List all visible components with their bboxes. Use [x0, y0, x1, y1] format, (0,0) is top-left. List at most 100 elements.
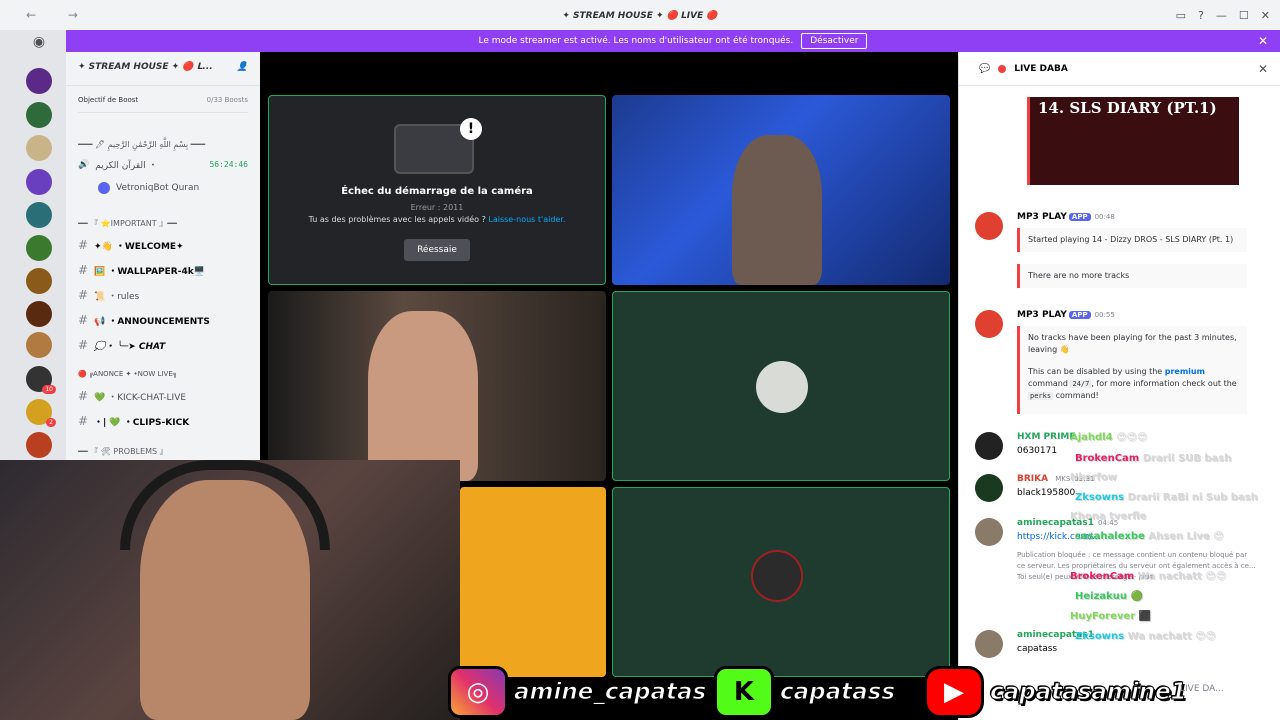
live-dot-icon — [998, 64, 1007, 73]
server-icon[interactable] — [26, 102, 52, 128]
camera-error-icon: ! — [394, 118, 482, 174]
close-panel-icon[interactable]: ✕ — [1258, 62, 1268, 76]
server-icon[interactable]: 2 — [26, 399, 56, 427]
disable-streamer-mode-button[interactable]: Désactiver — [801, 33, 868, 49]
help-icon[interactable]: ? — [1198, 9, 1204, 22]
chat-bubble-icon: 💬 — [979, 63, 991, 74]
instagram-icon: ◎ — [448, 666, 508, 718]
close-banner-icon[interactable]: ✕ — [1258, 34, 1268, 48]
guild-header[interactable]: ✦ STREAM HOUSE ✦ 🔴 𝗟... 👤 — [66, 52, 260, 86]
camera-error-tile: ! Échec du démarrage de la caméra Erreur… — [268, 95, 606, 285]
instagram-handle: ◎ amine_capatas — [448, 664, 707, 720]
server-icon[interactable] — [26, 235, 52, 261]
channel-label: 🔴 ╔ANONCE ✦ •NOW LIVE╗ — [78, 370, 177, 378]
server-icon[interactable]: 10 — [26, 366, 56, 394]
youtube-icon: ▶ — [924, 666, 984, 718]
voice-user-label: VetroniqBot Quran — [116, 183, 200, 193]
album-art-embed[interactable]: 14. SLS DIARY (PT.1) — [1027, 97, 1239, 185]
boost-label: Objectif de Boost — [78, 96, 139, 104]
channel-category[interactable]: ━━━ 🖊 بِسْمِ اللَّهِ الرَّحْمَٰنِ الرَّح… — [78, 140, 205, 149]
overlay-chat-line: Khona tverfle — [1070, 511, 1147, 522]
text-channel[interactable]: # ・| 💚 ・CLIPS-KICK — [78, 414, 189, 428]
text-channel[interactable]: 🔴 ╔ANONCE ✦ •NOW LIVE╗ — [78, 370, 177, 378]
overlay-chat-line: HuyForever ⬛ — [1070, 611, 1152, 622]
window-title: ✦ STREAM HOUSE ✦ 🔴 LIVE 🔴 — [562, 11, 718, 21]
message-author: MP3 PLAY APP 00:55 — [1017, 310, 1115, 320]
participant-avatar — [756, 361, 808, 413]
channel-label: 💭・ ╰─➤ CHAT — [94, 341, 166, 352]
channel-label: 📜 ・rules — [94, 291, 140, 302]
boost-goal[interactable]: Objectif de Boost 0/33 Boosts — [78, 96, 248, 113]
text-channel[interactable]: # ✦👋 ・WELCOME✦ — [78, 238, 184, 252]
participant-figure — [732, 135, 822, 285]
category-label: ━━ 『 🛠 PROBLEMS 』 — [78, 447, 168, 456]
window-controls: ▭ ? — ☐ ✕ — [1176, 9, 1270, 22]
participant-avatar — [751, 550, 803, 602]
server-icon[interactable] — [26, 202, 52, 228]
maximize-icon[interactable]: ☐ — [1239, 9, 1249, 22]
participant-tile[interactable] — [460, 487, 606, 677]
overlay-chat-line: BrokenCam Drarii SUB bash — [1075, 453, 1232, 464]
minimize-icon[interactable]: — — [1216, 9, 1227, 22]
user-avatar — [975, 630, 1003, 658]
text-channel[interactable]: # 💭・ ╰─➤ CHAT — [78, 338, 165, 352]
hash-icon: # — [78, 338, 89, 352]
app-badge: APP — [1068, 213, 1091, 221]
message-embed: No tracks have been playing for the past… — [1017, 326, 1247, 414]
voice-channel[interactable]: 🔊 القرآن الكريم ・ — [78, 158, 158, 172]
streamer-mode-banner: Le mode streamer est activé. Les noms d'… — [66, 30, 1280, 52]
inbox-icon[interactable]: ▭ — [1176, 9, 1186, 22]
message-embed: There are no more tracks — [1017, 264, 1247, 288]
channel-category[interactable]: ━━ 『 🛠 PROBLEMS 』 — [78, 446, 168, 457]
camera-error-code: Erreur : 2011 — [410, 203, 464, 212]
text-channel[interactable]: # 📜 ・rules — [78, 288, 139, 302]
hash-icon: # — [78, 288, 89, 302]
participant-video[interactable] — [612, 95, 950, 285]
participant-tile[interactable] — [612, 487, 950, 677]
discord-home-icon[interactable]: ◉ — [26, 34, 52, 52]
hash-icon: # — [78, 263, 89, 277]
banner-text: Le mode streamer est activé. Les noms d'… — [478, 36, 794, 46]
headphones-shape — [120, 460, 330, 550]
guild-name: ✦ STREAM HOUSE ✦ 🔴 𝗟... — [78, 62, 213, 72]
instagram-name: amine_capatas — [513, 679, 707, 706]
overlay-chat-line: Zksowns Drarii RaBi ni Sub bash — [1075, 492, 1258, 503]
help-link[interactable]: Laisse-nous t'aider. — [488, 215, 565, 224]
server-icon[interactable] — [26, 332, 52, 358]
user-avatar — [975, 474, 1003, 502]
server-icon[interactable] — [26, 268, 52, 294]
server-icon[interactable] — [26, 301, 52, 327]
premium-link[interactable]: premium — [1165, 367, 1205, 376]
message-composer[interactable]: LIVE DA... — [1180, 684, 1224, 694]
add-member-icon[interactable]: 👤 — [237, 62, 248, 75]
user-avatar — [975, 432, 1003, 460]
text-channel[interactable]: # 🖼️ ・WALLPAPER-4k🖥️ — [78, 263, 205, 277]
message-time: 00:55 — [1094, 311, 1115, 319]
voice-user[interactable]: VetroniqBot Quran — [98, 182, 199, 194]
server-icon[interactable] — [26, 432, 52, 458]
participant-video[interactable] — [268, 291, 606, 481]
notification-badge: 2 — [46, 418, 56, 427]
server-icon[interactable] — [26, 68, 52, 94]
text-channel[interactable]: # 💚 ・KICK-CHAT-LIVE — [78, 389, 186, 403]
embed-text: This can be disabled by using the premiu… — [1028, 367, 1237, 400]
message-text: 0630171 — [1017, 446, 1058, 456]
server-icon[interactable] — [26, 169, 52, 195]
camera-error-help: Tu as des problèmes avec les appels vidé… — [269, 215, 605, 224]
text-channel[interactable]: # 📢 ・ANNOUNCEMENTS — [78, 313, 210, 327]
channel-label: ✦👋 ・WELCOME✦ — [94, 241, 184, 252]
chat-panel-header: 💬 LIVE DABA ✕ — [959, 52, 1280, 86]
retry-button[interactable]: Réessaie — [404, 239, 470, 261]
message-author: MP3 PLAY APP 00:48 — [1017, 212, 1115, 222]
close-icon[interactable]: ✕ — [1261, 9, 1270, 22]
help-text: Tu as des problèmes avec les appels vidé… — [308, 215, 486, 224]
youtube-name: capatasamine1 — [990, 679, 1188, 706]
user-avatar — [975, 518, 1003, 546]
channel-category[interactable]: ━━ 『 ⭐IMPORTANT 』━━ — [78, 218, 177, 229]
participant-figure — [368, 311, 478, 481]
notification-badge: 10 — [42, 385, 56, 394]
channel-label: 📢 ・ANNOUNCEMENTS — [94, 316, 210, 327]
server-icon[interactable] — [26, 135, 52, 161]
participant-tile[interactable] — [612, 291, 950, 481]
embed-text: No tracks have been playing for the past… — [1028, 333, 1237, 354]
